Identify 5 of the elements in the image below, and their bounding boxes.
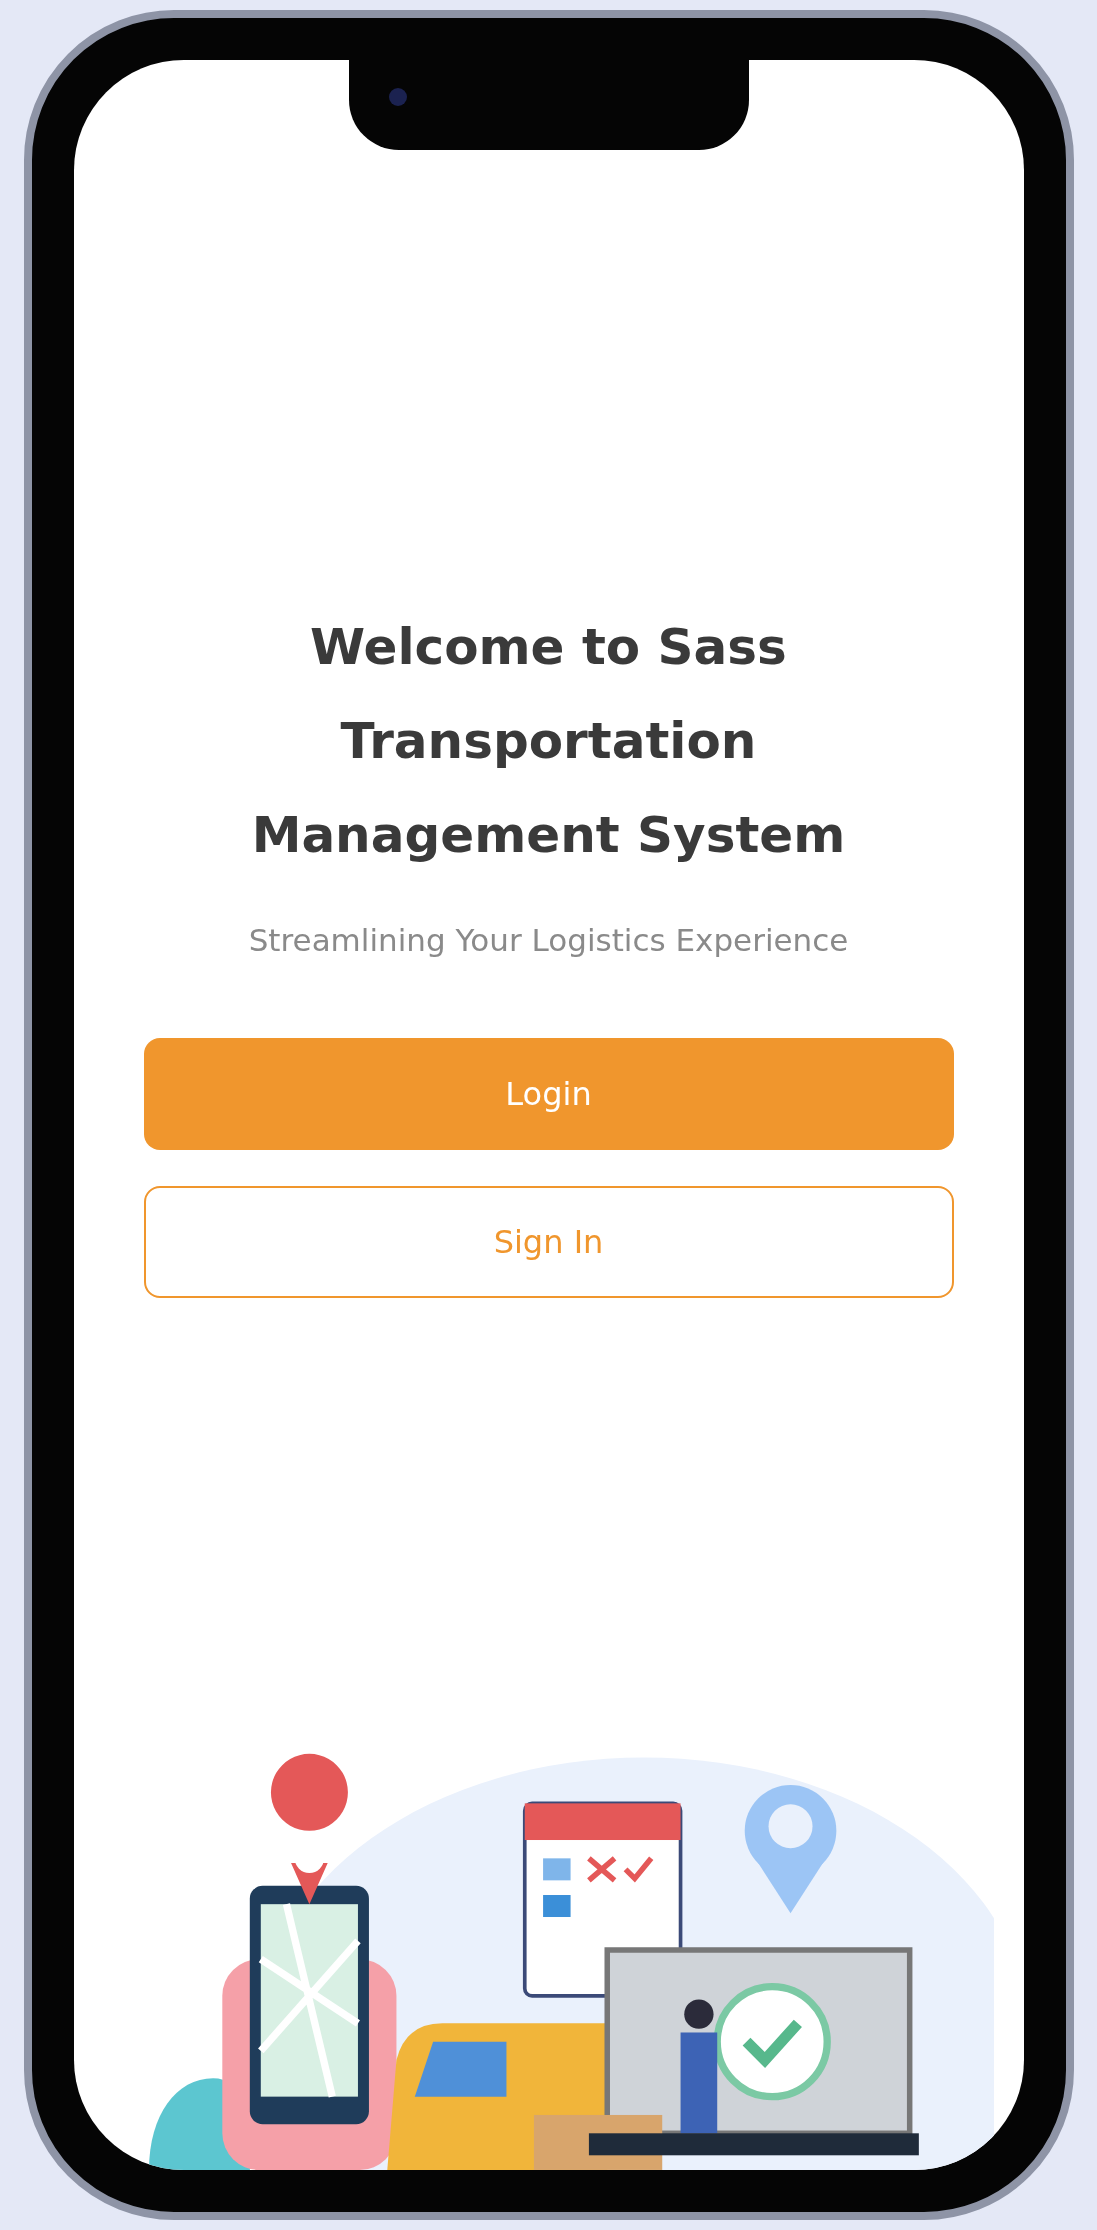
camera-icon <box>388 88 407 106</box>
signin-button[interactable]: Sign In <box>143 1186 954 1298</box>
tagline: Streamlining Your Logistics Experience <box>247 921 850 960</box>
login-button[interactable]: Login <box>143 1038 954 1150</box>
welcome-title: Welcome to Sass Transportation Management System <box>250 617 847 866</box>
